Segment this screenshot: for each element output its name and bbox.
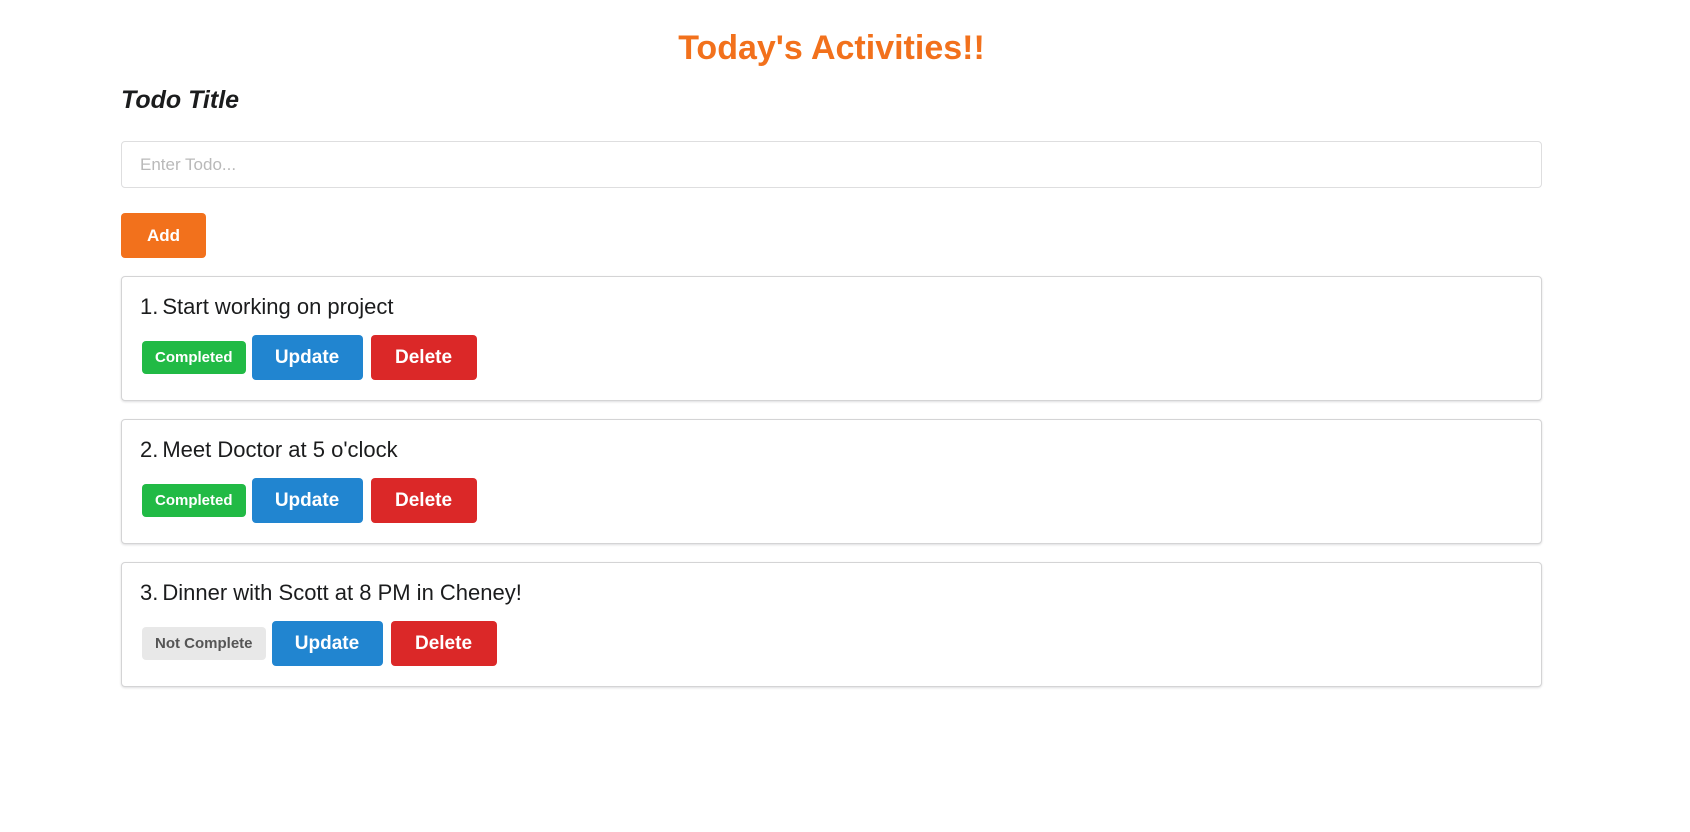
todo-app: Today's Activities!! Todo Title Add 1.St…: [0, 0, 1690, 832]
todo-input[interactable]: [121, 141, 1542, 188]
page-title: Today's Activities!!: [678, 29, 985, 67]
todo-item: 3. Dinner with Scott at 8 PM in Cheney! N…: [121, 562, 1542, 687]
todo-item-text: Meet Doctor at 5 o'clock: [162, 437, 398, 462]
todo-item-number: 1.: [140, 294, 159, 319]
todo-item: 2. Meet Doctor at 5 o'clock Completed Upd…: [121, 419, 1542, 544]
todo-item-actions: Completed Update Delete: [140, 478, 1523, 523]
todo-item-title: 2. Meet Doctor at 5 o'clock: [140, 434, 1523, 466]
update-button[interactable]: Update: [271, 621, 383, 666]
todo-item-text: Dinner with Scott at 8 PM in Cheney!: [162, 580, 522, 605]
add-button[interactable]: Add: [121, 213, 206, 258]
status-badge[interactable]: Completed: [142, 341, 246, 374]
todo-item-number: 3.: [140, 580, 159, 605]
update-button[interactable]: Update: [251, 478, 363, 523]
delete-button[interactable]: Delete: [370, 335, 477, 380]
status-badge[interactable]: Completed: [142, 484, 246, 517]
todo-item-title: 1. Start working on project: [140, 291, 1523, 323]
todo-title-label: Todo Title: [121, 86, 240, 114]
delete-button[interactable]: Delete: [370, 478, 477, 523]
todo-item-actions: Not Complete Update Delete: [140, 621, 1523, 666]
todo-list: 1. Start working on project Completed Upd…: [121, 276, 1542, 705]
todo-item: 1. Start working on project Completed Upd…: [121, 276, 1542, 401]
status-badge[interactable]: Not Complete: [142, 627, 266, 660]
update-button[interactable]: Update: [251, 335, 363, 380]
delete-button[interactable]: Delete: [390, 621, 497, 666]
todo-item-text: Start working on project: [162, 294, 394, 319]
todo-item-number: 2.: [140, 437, 159, 462]
todo-item-title: 3. Dinner with Scott at 8 PM in Cheney!: [140, 577, 1523, 609]
todo-item-actions: Completed Update Delete: [140, 335, 1523, 380]
